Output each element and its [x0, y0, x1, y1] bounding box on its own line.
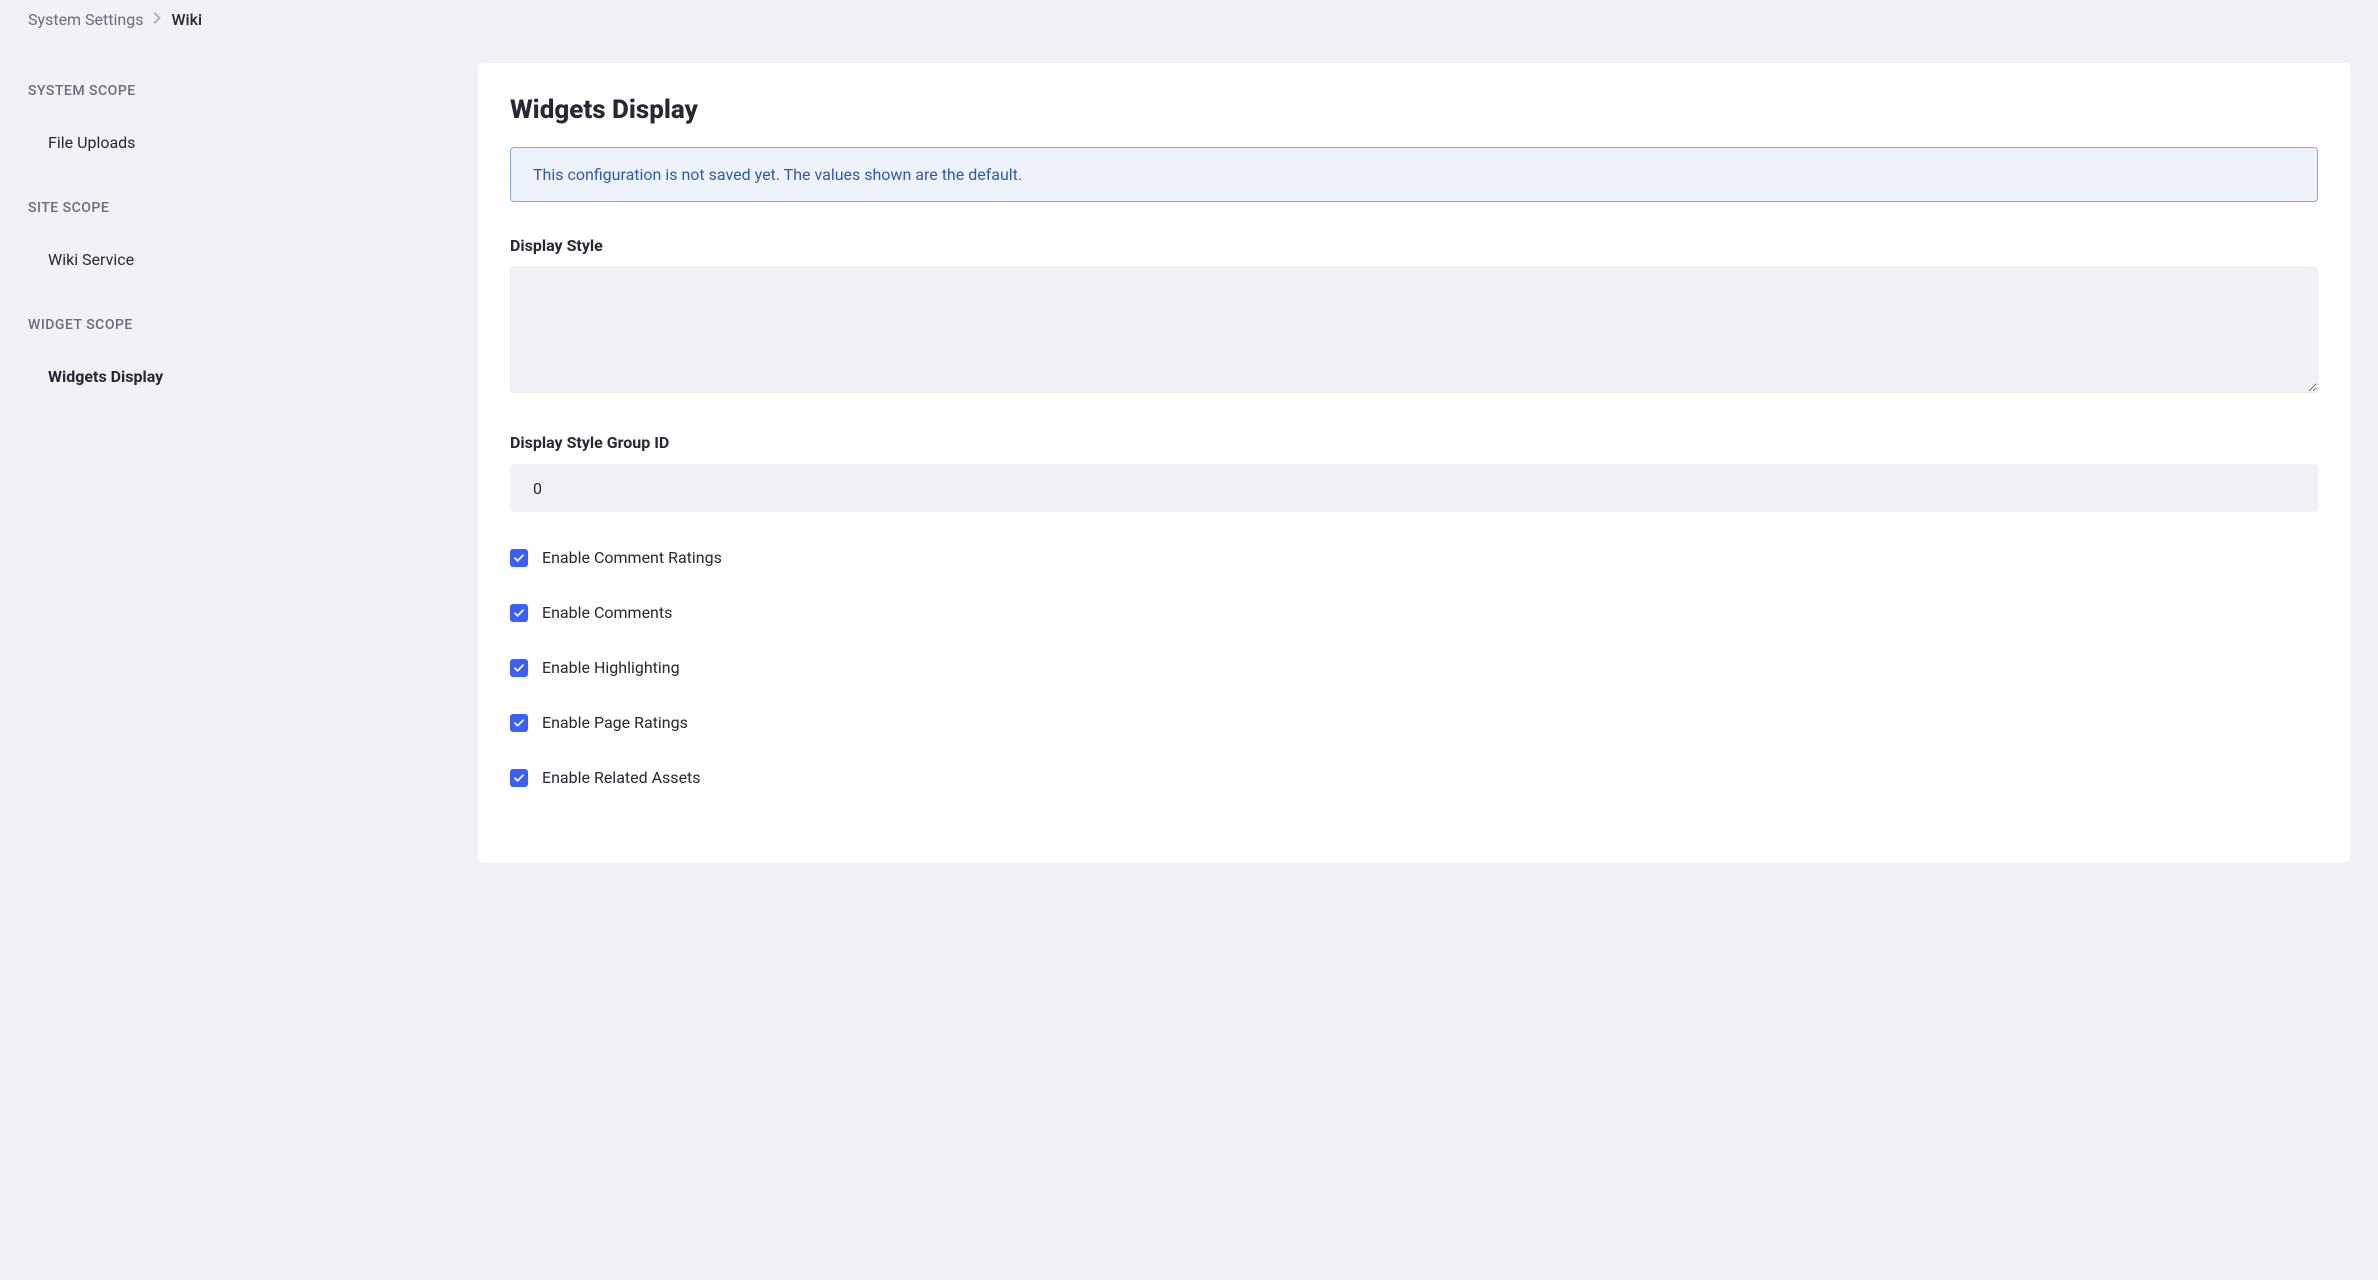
scope-group-widget: WIDGET SCOPE Widgets Display [28, 317, 450, 398]
scope-group-site: SITE SCOPE Wiki Service [28, 200, 450, 281]
breadcrumb-parent-link[interactable]: System Settings [28, 10, 143, 29]
scope-heading: WIDGET SCOPE [28, 317, 450, 333]
checkbox-input[interactable] [510, 549, 528, 567]
display-style-group-id-label: Display Style Group ID [510, 433, 2318, 452]
checkbox-row-enable-highlighting: Enable Highlighting [510, 658, 2318, 677]
display-style-input[interactable] [510, 267, 2318, 393]
checkbox-input[interactable] [510, 769, 528, 787]
sidebar-item-wiki-service[interactable]: Wiki Service [28, 238, 450, 281]
scope-group-system: SYSTEM SCOPE File Uploads [28, 83, 450, 164]
checkbox-enable-page-ratings[interactable] [510, 714, 528, 732]
breadcrumb-current: Wiki [171, 10, 202, 29]
checkbox-label[interactable]: Enable Highlighting [542, 658, 680, 677]
scope-heading: SYSTEM SCOPE [28, 83, 450, 99]
checkbox-row-enable-page-ratings: Enable Page Ratings [510, 713, 2318, 732]
field-display-style: Display Style [510, 236, 2318, 397]
sidebar-item-file-uploads[interactable]: File Uploads [28, 121, 450, 164]
breadcrumb: System Settings Wiki [0, 0, 2378, 39]
checkbox-label[interactable]: Enable Related Assets [542, 768, 701, 787]
display-style-group-id-input[interactable] [510, 464, 2318, 512]
scope-heading: SITE SCOPE [28, 200, 450, 216]
checkbox-enable-related-assets[interactable] [510, 769, 528, 787]
display-style-label: Display Style [510, 236, 2318, 255]
checkbox-row-enable-comment-ratings: Enable Comment Ratings [510, 548, 2318, 567]
checkbox-enable-comments[interactable] [510, 604, 528, 622]
checkbox-enable-comment-ratings[interactable] [510, 549, 528, 567]
sidebar: SYSTEM SCOPE File Uploads SITE SCOPE Wik… [0, 39, 478, 863]
page-title: Widgets Display [510, 95, 2318, 125]
checkbox-label[interactable]: Enable Comment Ratings [542, 548, 722, 567]
checkbox-enable-highlighting[interactable] [510, 659, 528, 677]
checkbox-input[interactable] [510, 714, 528, 732]
chevron-right-icon [153, 12, 161, 28]
checkbox-label[interactable]: Enable Comments [542, 603, 672, 622]
checkbox-row-enable-related-assets: Enable Related Assets [510, 768, 2318, 787]
field-display-style-group-id: Display Style Group ID [510, 433, 2318, 512]
checkbox-row-enable-comments: Enable Comments [510, 603, 2318, 622]
main-panel: Widgets Display This configuration is no… [478, 63, 2350, 863]
info-banner: This configuration is not saved yet. The… [510, 147, 2318, 202]
checkbox-input[interactable] [510, 604, 528, 622]
checkbox-label[interactable]: Enable Page Ratings [542, 713, 688, 732]
checkbox-input[interactable] [510, 659, 528, 677]
sidebar-item-widgets-display[interactable]: Widgets Display [28, 355, 450, 398]
